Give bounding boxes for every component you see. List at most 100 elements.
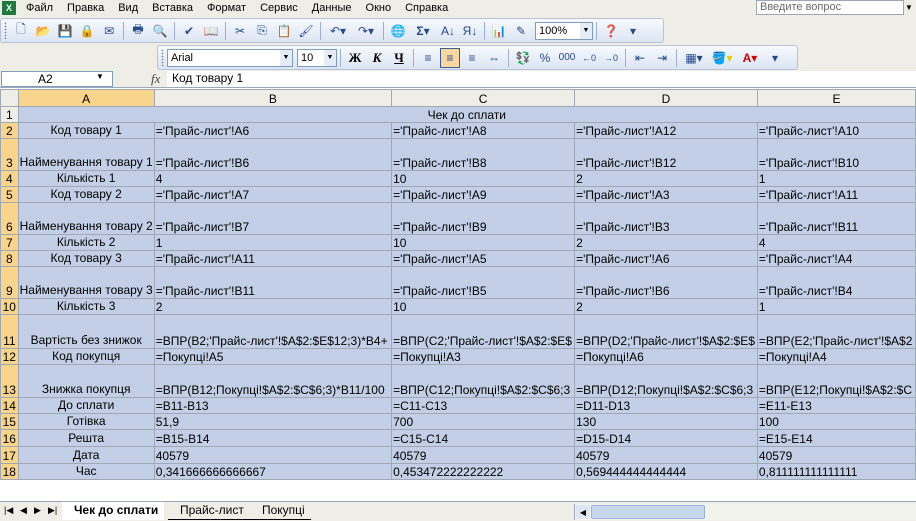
cell-b[interactable]: 1 — [153, 234, 393, 251]
menu-view[interactable]: Вид — [111, 0, 145, 16]
cell-e[interactable]: 0,811111111111111 — [756, 463, 916, 480]
cell-a[interactable]: Кількість 3 — [17, 298, 155, 315]
cell-d[interactable]: ='Прайс-лист'!B3 — [574, 202, 758, 235]
cell-b[interactable]: ='Прайс-лист'!B6 — [153, 138, 393, 171]
row-header[interactable]: 18 — [0, 463, 19, 480]
hyperlink-icon[interactable]: 🌐 — [388, 21, 408, 41]
cell-b[interactable]: ='Прайс-лист'!B11 — [153, 266, 393, 299]
cell-b[interactable]: ='Прайс-лист'!A7 — [153, 186, 393, 203]
font-size-dropdown-icon[interactable]: ▼ — [324, 49, 336, 66]
email-icon[interactable]: ✉ — [99, 21, 119, 41]
cell-a[interactable]: Найменування товару 2 — [17, 202, 155, 235]
cell-e[interactable]: =E15-E14 — [756, 429, 916, 447]
cell-a[interactable]: Дата — [17, 446, 155, 464]
cell-d[interactable]: ='Прайс-лист'!B6 — [574, 266, 758, 299]
row-header[interactable]: 16 — [0, 429, 19, 447]
cell-e[interactable]: 100 — [756, 413, 916, 430]
next-sheet-icon[interactable]: ▶ — [34, 505, 41, 516]
paste-icon[interactable]: 📋 — [274, 21, 294, 41]
cell-a[interactable]: Код товару 3 — [17, 250, 155, 267]
row-header[interactable]: 3 — [0, 138, 19, 171]
comma-style-button[interactable]: 000 — [557, 48, 577, 68]
row-header[interactable]: 15 — [0, 413, 19, 430]
cell-e[interactable]: 1 — [756, 298, 916, 315]
cell-c[interactable]: =ВПР(C12;Покупці!$A$2:$C$6;3 — [391, 364, 576, 398]
menu-insert[interactable]: Вставка — [145, 0, 200, 16]
font-name-select[interactable]: Arial ▼ — [167, 48, 293, 67]
name-box-dropdown-icon[interactable]: ▼ — [96, 72, 104, 81]
cell-a[interactable]: Готівка — [17, 413, 155, 430]
sheet-tab-customers[interactable]: Покупці — [250, 502, 311, 520]
column-header-d[interactable]: D — [574, 89, 758, 107]
cell-b[interactable]: 4 — [153, 170, 393, 187]
research-icon[interactable]: 📖 — [201, 21, 221, 41]
cell-c[interactable]: ='Прайс-лист'!A5 — [391, 250, 576, 267]
sheet-title-cell[interactable]: Чек до сплати — [17, 106, 916, 123]
cell-c[interactable]: =C15-C14 — [391, 429, 576, 447]
row-header[interactable]: 5 — [0, 186, 19, 203]
cell-e[interactable]: =Покупці!A4 — [756, 348, 916, 365]
cell-e[interactable]: =ВПР(E2;'Прайс-лист'!$A$2 — [756, 314, 916, 349]
cell-a[interactable]: Час — [17, 463, 155, 480]
cell-c[interactable]: 10 — [391, 170, 576, 187]
cell-e[interactable]: ='Прайс-лист'!B10 — [756, 138, 916, 171]
bold-button[interactable]: Ж — [345, 48, 365, 68]
cell-d[interactable]: 2 — [574, 298, 758, 315]
zoom-dropdown-icon[interactable]: ▼ — [580, 22, 592, 39]
column-header-e[interactable]: E — [756, 89, 916, 107]
cell-e[interactable]: ='Прайс-лист'!B4 — [756, 266, 916, 299]
menu-data[interactable]: Данные — [305, 0, 359, 16]
format-painter-icon[interactable]: 🖌 — [296, 21, 316, 41]
cut-icon[interactable]: ✂ — [230, 21, 250, 41]
cell-c[interactable]: 700 — [391, 413, 576, 430]
currency-icon[interactable]: 💱 — [513, 48, 533, 68]
cell-e[interactable]: ='Прайс-лист'!A11 — [756, 186, 916, 203]
horizontal-scrollbar[interactable]: ◀ — [574, 504, 916, 520]
borders-icon[interactable]: ▦▾ — [681, 48, 707, 68]
cell-b[interactable]: 51,9 — [153, 413, 393, 430]
zoom-select[interactable]: 100% ▼ — [535, 21, 593, 40]
toolbar-grip[interactable] — [161, 49, 164, 66]
cell-b[interactable]: =B11-B13 — [153, 397, 393, 414]
chart-wizard-icon[interactable]: 📊 — [489, 21, 509, 41]
cell-b[interactable]: =B15-B14 — [153, 429, 393, 447]
cell-a[interactable]: Кількість 1 — [17, 170, 155, 187]
cell-d[interactable]: ='Прайс-лист'!A6 — [574, 250, 758, 267]
increase-indent-icon[interactable]: ⇥ — [652, 48, 672, 68]
cell-e[interactable]: ='Прайс-лист'!B11 — [756, 202, 916, 235]
cell-a[interactable]: Знижка покупця — [17, 364, 155, 398]
cell-d[interactable]: 40579 — [574, 446, 758, 464]
menu-help[interactable]: Справка — [398, 0, 455, 16]
align-left-icon[interactable]: ≡ — [418, 48, 438, 68]
cell-b[interactable]: =ВПР(B2;'Прайс-лист'!$A$2:$E$12;3)*B4+ — [153, 314, 393, 349]
print-icon[interactable]: 🖶 — [128, 21, 148, 41]
menu-format[interactable]: Формат — [200, 0, 253, 16]
cell-c[interactable]: ='Прайс-лист'!A9 — [391, 186, 576, 203]
cell-b[interactable]: =ВПР(B12;Покупці!$A$2:$C$6;3)*B11/100 — [153, 364, 393, 398]
cell-c[interactable]: =ВПР(C2;'Прайс-лист'!$A$2:$E$ — [391, 314, 576, 349]
cell-c[interactable]: ='Прайс-лист'!B9 — [391, 202, 576, 235]
row-header[interactable]: 7 — [0, 234, 19, 251]
copy-icon[interactable]: ⎘ — [252, 21, 272, 41]
cell-d[interactable]: 2 — [574, 170, 758, 187]
cell-a[interactable]: Код товару 1 — [17, 122, 155, 139]
redo-icon[interactable]: ↷▾ — [353, 21, 379, 41]
undo-icon[interactable]: ↶▾ — [325, 21, 351, 41]
cell-d[interactable]: =D15-D14 — [574, 429, 758, 447]
print-preview-icon[interactable]: 🔍 — [150, 21, 170, 41]
first-sheet-icon[interactable]: |◀ — [4, 505, 13, 516]
sort-descending-icon[interactable]: Я↓ — [460, 21, 480, 41]
help-icon[interactable]: ❓ — [601, 21, 621, 41]
autosum-icon[interactable]: Σ ▾ — [410, 21, 436, 41]
percent-style-button[interactable]: % — [535, 48, 555, 68]
fill-color-icon[interactable]: 🪣▾ — [709, 48, 735, 68]
row-header[interactable]: 8 — [0, 250, 19, 267]
cell-e[interactable]: =ВПР(E12;Покупці!$A$2:$C — [756, 364, 916, 398]
cell-e[interactable]: ='Прайс-лист'!A4 — [756, 250, 916, 267]
underline-button[interactable]: Ч — [389, 48, 409, 68]
cell-b[interactable]: ='Прайс-лист'!A6 — [153, 122, 393, 139]
help-dropdown-icon[interactable]: ▼ — [905, 3, 913, 12]
increase-decimal-icon[interactable]: ←0 — [579, 48, 599, 68]
cell-d[interactable]: =ВПР(D12;Покупці!$A$2:$C$6;3 — [574, 364, 758, 398]
row-header[interactable]: 9 — [0, 266, 19, 299]
